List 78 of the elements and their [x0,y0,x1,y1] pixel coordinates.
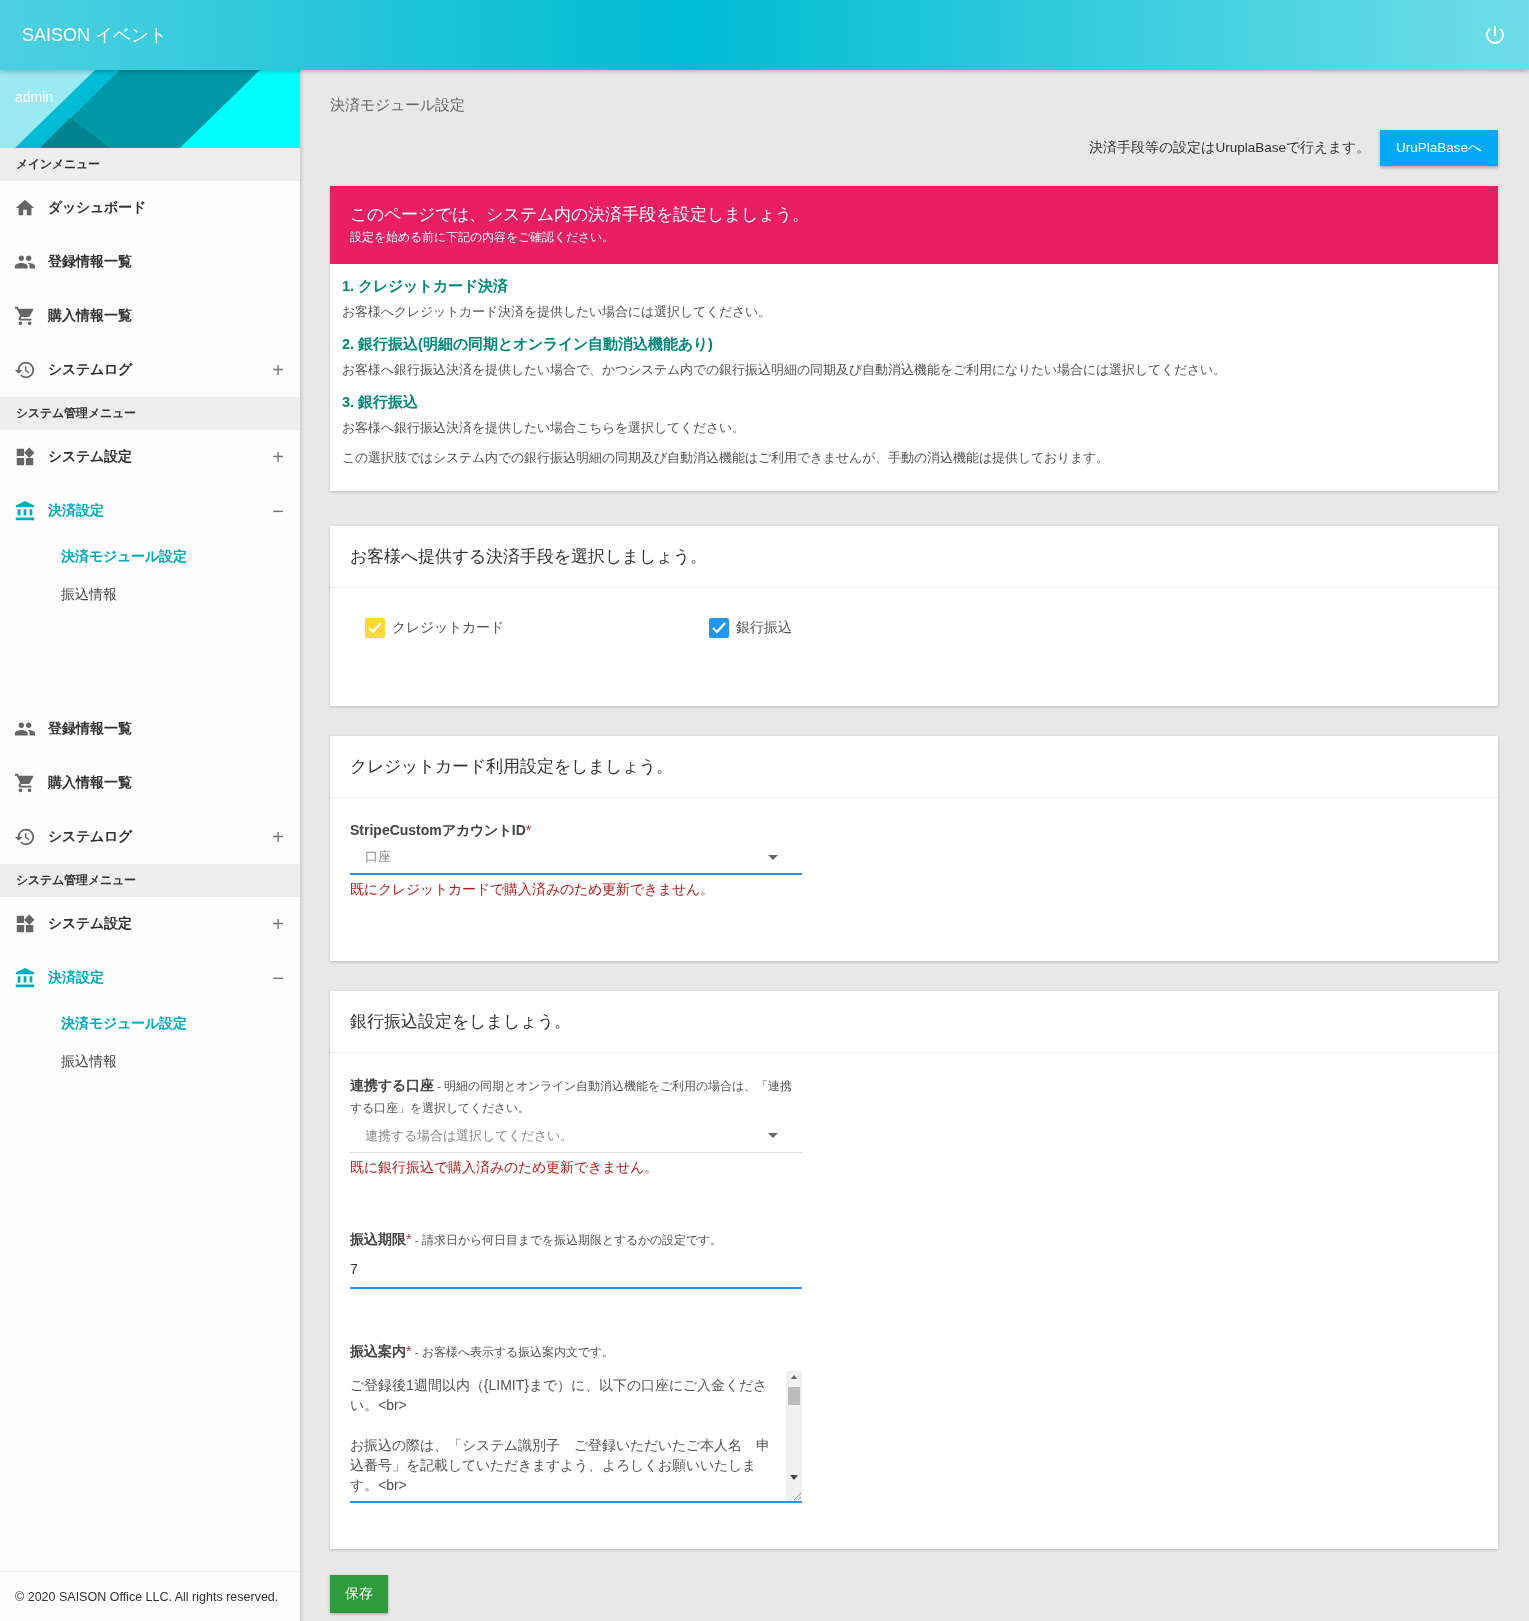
sidebar-item[interactable]: 決済設定 − [0,484,300,538]
checkbox-option[interactable]: クレジットカード [365,618,709,638]
menu-heading: システム管理メニュー [0,864,300,897]
history-icon [14,359,36,381]
bank-icon [14,500,36,522]
section-text: お客様へクレジットカード決済を提供したい場合には選択してください。 [342,303,772,321]
bank-icon [14,967,36,989]
power-icon[interactable] [1483,23,1507,47]
section-heading: 3. 銀行振込 [342,393,420,412]
sidebar-item-label: 購入情報一覧 [48,774,133,792]
sidebar-item-label: システムログ [48,361,134,379]
sidebar-item-label: 決済設定 [48,502,105,520]
info-text: 決済手段等の設定はUruplaBaseで行えます。 [1089,139,1370,157]
sidebar-item[interactable]: システムログ + [0,810,300,864]
sidebar-item-label: 決済設定 [48,969,105,987]
scrollbar-icon [786,1371,802,1501]
section-text: お客様へ銀行振込決済を提供したい場合で、かつシステム内での銀行振込明細の同期及び自動消込機能をご利用になりたい場合には選択してください。 [342,361,1227,379]
field-label: 振込案内* - お客様へ表示する振込案内文です。 [350,1342,615,1361]
history-icon [14,826,36,848]
sidebar-item-label: 登録情報一覧 [48,253,133,271]
intro-subtitle: 設定を始める前に下記の内容をご確認ください。 [350,229,615,246]
error-text: 既に銀行振込で購入済みのため更新できません。 [350,1159,659,1177]
sidebar-item[interactable]: システムログ + [0,343,300,397]
checkbox-option[interactable]: 銀行振込 [709,618,1053,638]
cart-icon [14,772,36,794]
checkbox-label: クレジットカード [392,619,504,637]
field-label: StripeCustomアカウントID* [350,821,533,840]
submenu-item[interactable]: 振込情報 [0,1043,300,1081]
checkbox[interactable] [709,618,729,638]
user-name: admin [15,89,54,105]
card-title: クレジットカード利用設定をしましょう。 [330,736,1498,798]
sidebar-item-label: 購入情報一覧 [48,307,133,325]
caret-icon [768,854,778,860]
sidebar-item-label: システムログ [48,828,134,846]
toggle-icon[interactable]: − [272,966,284,990]
toggle-icon[interactable]: + [272,825,284,849]
text-area[interactable]: ご登録後1週間以内（{LIMIT}まで）に、以下の口座にご入金ください。<br> お振込の際は、「システム識別子 ご登録いただいたご本人名 申込番号」を記載していただきますよう、よろしくお願いいたします。<br> [350,1371,802,1503]
sidebar-item[interactable]: ダッシュボード [0,181,300,235]
sidebar-item-label: 登録情報一覧 [48,720,133,738]
toggle-icon[interactable]: + [272,912,284,936]
sidebar-item[interactable]: 決済設定 − [0,951,300,1005]
checkbox-label: 銀行振込 [736,619,792,637]
section-text: お客様へ銀行振込決済を提供したい場合こちらを選択してください。 [342,419,746,437]
section-text: この選択肢ではシステム内での銀行振込明細の同期及び自動消込機能はご利用できませんが、手動の消込機能は提供しております。 [342,449,1110,467]
select-field[interactable]: 連携する場合は選択してください。 [350,1119,802,1153]
save-button[interactable]: 保存 [330,1575,388,1613]
intro-title: このページでは、システム内の決済手段を設定しましょう。 [350,204,810,226]
app-title: SAISON イベント [22,24,168,47]
field-label: 振込期限* - 請求日から何日目までを振込期限とするかの設定です。 [350,1230,723,1249]
sidebar-item[interactable]: システム設定 + [0,897,300,951]
input-field[interactable]: 7 [350,1251,802,1289]
widgets-icon [14,913,36,935]
sidebar-item-label: システム設定 [48,915,133,933]
sidebar-item[interactable]: 購入情報一覧 [0,289,300,343]
sidebar-item[interactable]: 登録情報一覧 [0,235,300,289]
select-field[interactable]: 口座 [350,841,802,875]
caret-icon [768,1133,778,1138]
error-text: 既にクレジットカードで購入済みのため更新できません。 [350,881,715,899]
toggle-icon[interactable]: + [272,445,284,469]
toggle-icon[interactable]: + [272,358,284,382]
menu-heading: システム管理メニュー [0,397,300,430]
page-title: 決済モジュール設定 [330,96,466,115]
widgets-icon [14,446,36,468]
sidebar-item-label: システム設定 [48,448,133,466]
section-heading: 2. 銀行振込(明細の同期とオンライン自動消込機能あり) [342,335,714,354]
sidebar-item-label: ダッシュボード [48,199,147,217]
card-title: お客様へ提供する決済手段を選択しましょう。 [330,526,1498,588]
toggle-icon[interactable]: − [272,499,284,523]
submenu-item[interactable]: 振込情報 [0,576,300,614]
card-title: 銀行振込設定をしましょう。 [330,991,1498,1053]
section-heading: 1. クレジットカード決済 [342,277,510,296]
copyright-text: © 2020 SAISON Office LLC. All rights reserved. [0,1571,300,1621]
cart-icon [14,305,36,327]
sidebar-item[interactable]: 購入情報一覧 [0,756,300,810]
sidebar-item[interactable]: システム設定 + [0,430,300,484]
menu-heading: メインメニュー [0,148,300,181]
sidebar-item[interactable]: 登録情報一覧 [0,702,300,756]
field-label: 連携する口座 - 明細の同期とオンライン自動消込機能をご利用の場合は、「連携する口座」を選択してください。 [350,1076,794,1116]
